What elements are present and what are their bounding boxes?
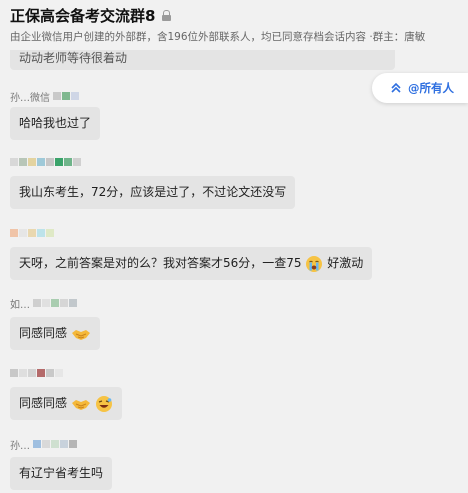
handshake-icon [71,399,90,410]
message-text: 天呀，之前答案是对的么？我对答案才56分，一查75 [19,256,302,270]
message-text: 同感同感 [19,326,68,340]
message-bubble[interactable]: 有辽宁省考生吗 [10,457,113,490]
message-bubble[interactable]: 同感同感 [10,387,122,420]
message-bubble[interactable]: 同感同感 [10,317,100,350]
sender-name[interactable]: 孙…微信 [10,89,80,104]
sender-name-text: 孙…微信 [10,92,50,104]
message-bubble[interactable]: 哈哈我也过了 [10,107,101,140]
sender-name[interactable] [10,366,64,380]
chat-header: 正保高会备考交流群8 由企业微信用户创建的外部群，含196位外部联系人，均已同意… [0,0,468,50]
message-text: 哈哈我也过了 [19,116,92,130]
group-subtitle: 由企业微信用户创建的外部群，含196位外部联系人，均已同意存档会话内容 ·群主：… [10,31,426,43]
mention-all-label: @所有人 [408,81,454,95]
mention-all-button[interactable]: @所有人 [372,73,468,103]
message-bubble[interactable]: 天呀，之前答案是对的么？我对答案才56分，一查75 好激动 [10,247,373,280]
handshake-icon [71,329,90,340]
sender-name[interactable]: 孙… [10,437,78,452]
group-title: 正保高会备考交流群8 [10,7,156,25]
sender-name-text: 如… [10,299,30,311]
laughing-icon [95,395,112,412]
message-bubble[interactable]: 我山东考生，72分，应该是过了，不过论文还没写 [10,176,296,209]
message-text: 有辽宁省考生吗 [19,466,104,480]
partial-message-text: 动动老师等待很着动 [19,51,128,65]
sender-name[interactable] [10,155,82,169]
message-text: 我山东考生，72分，应该是过了，不过论文还没写 [19,185,287,199]
lock-icon [162,10,172,21]
message-text-after: 好激动 [327,256,364,270]
sender-name-text: 孙… [10,440,30,452]
sender-name[interactable]: 如… [10,296,78,311]
crying-icon [306,255,323,272]
double-chevron-up-icon [391,82,401,93]
message-text: 同感同感 [19,396,68,410]
title-row: 正保高会备考交流群8 [10,5,172,26]
sender-name[interactable] [10,226,55,240]
